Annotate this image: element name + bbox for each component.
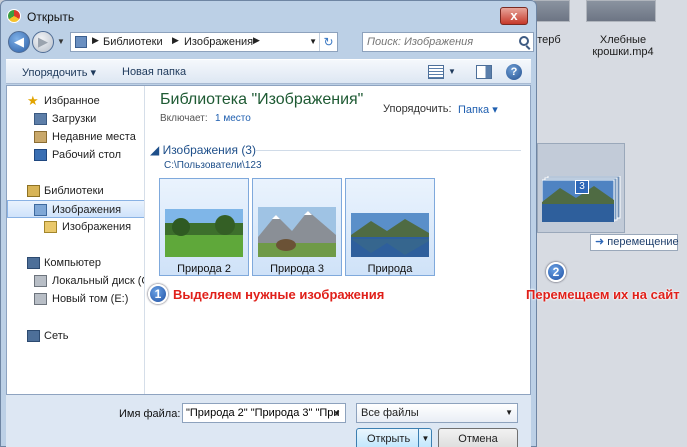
file-list-pane[interactable]: Библиотека "Изображения" Включает: 1 мес… [146,86,530,394]
drag-count-badge: 3 [575,180,589,194]
landscape-image [258,207,336,257]
sidebar-item-network[interactable]: Сеть [7,327,144,345]
drag-preview: 3 [537,143,625,233]
library-icon [75,36,87,48]
disk-icon [34,275,47,287]
sidebar-item-local-disk[interactable]: Локальный диск (C [7,272,144,290]
open-options-dropdown-icon[interactable]: ▼ [418,428,432,447]
step-number-badge: 1 [148,284,168,304]
star-icon: ★ [27,93,39,108]
help-icon[interactable]: ? [506,64,522,80]
file-name: Природа 3 [270,263,324,275]
address-bar[interactable]: ▶ Библиотеки ▶ Изображения ▶ ▼ ↻ [70,32,338,52]
toolbar: Упорядочить ▾ Новая папка ▼ ? [6,59,531,84]
file-name: Природа 2 [177,263,231,275]
recent-places-icon [34,131,47,143]
forward-arrow-icon[interactable]: ▶ [32,31,54,53]
breadcrumb-separator-icon[interactable]: ▶ [92,35,99,46]
landscape-image [165,209,243,257]
group-header[interactable]: ◢ Изображения (3) [150,143,256,157]
arrange-by-label: Упорядочить: [383,103,452,115]
step-annotation-text: Выделяем нужные изображения [173,287,385,302]
images-library-icon [34,204,47,216]
sidebar-item-recent-places[interactable]: Недавние места [7,128,144,146]
cancel-button[interactable]: Отмена [438,428,518,447]
chrome-icon [7,9,21,23]
arrange-by-dropdown[interactable]: Папка ▾ [458,103,498,116]
desktop-file-label[interactable]: Хлебные крошки.mp4 [578,34,668,58]
breadcrumb-images[interactable]: Изображения [184,36,253,48]
file-thumbnail-item[interactable]: Природа [345,178,435,276]
file-name: Природа [367,263,413,275]
filetype-select[interactable]: Все файлы ▼ [356,403,518,423]
move-tooltip: ➜ перемещение [590,234,679,251]
desktop-file-thumbnail[interactable] [534,0,570,22]
close-button[interactable]: x [500,7,528,25]
desktop-icon [34,149,47,161]
sidebar-item-favorites[interactable]: ★ Избранное [7,92,144,110]
search-box[interactable] [362,32,534,52]
navigation-pane[interactable]: ★ Избранное Загрузки Недавние места Рабо… [7,86,145,394]
desktop-file-thumbnail[interactable] [586,0,656,22]
back-arrow-icon[interactable]: ◀ [8,31,30,53]
breadcrumb-libraries[interactable]: Библиотеки [103,36,163,48]
new-folder-button[interactable]: Новая папка [122,66,186,78]
file-thumbnail-item[interactable]: Природа 2 [159,178,249,276]
breadcrumb-separator-icon[interactable]: ▶ [172,35,179,46]
libraries-icon [27,185,40,197]
file-thumbnail-item[interactable]: Природа 3 [252,178,342,276]
sidebar-item-desktop[interactable]: Рабочий стол [7,146,144,164]
filetype-dropdown-icon: ▼ [505,408,513,417]
disk-icon [34,293,47,305]
step-number-badge: 2 [546,262,566,282]
network-icon [27,330,40,342]
folder-icon [44,221,57,233]
sidebar-item-libraries[interactable]: Библиотеки [7,182,144,200]
title-bar[interactable]: Открыть x [1,1,536,31]
includes-label: Включает: [160,113,208,124]
refresh-icon[interactable]: ↻ [319,33,337,51]
sidebar-item-images[interactable]: Изображения [7,200,144,218]
sidebar-item-new-volume[interactable]: Новый том (E:) [7,290,144,308]
step-annotation-text: Перемещаем их на сайт [526,287,680,302]
change-view-icon[interactable] [428,65,444,79]
filetype-value: Все файлы [361,407,419,419]
content-area: ★ Избранное Загрузки Недавние места Рабо… [6,85,531,395]
filename-field[interactable] [182,403,346,423]
computer-icon [27,257,40,269]
dialog-footer: Имя файла: ▼ Все файлы ▼ Открыть ▼ Отмен… [6,395,531,447]
group-folder-path: C:\Пользователи\123 [164,160,262,171]
group-divider [256,150,521,151]
view-dropdown-icon[interactable]: ▼ [448,67,456,76]
downloads-folder-icon [34,113,47,125]
navigation-bar: ◀ ▶ ▼ ▶ Библиотеки ▶ Изображения ▶ ▼ ↻ [6,29,534,55]
sidebar-item-images-folder[interactable]: Изображения [7,218,144,236]
landscape-image [351,213,429,257]
window-title: Открыть [27,10,75,24]
filename-dropdown-icon[interactable]: ▼ [333,409,341,418]
search-input[interactable] [367,35,512,49]
preview-pane-icon[interactable] [476,65,492,79]
breadcrumb-separator-icon[interactable]: ▶ [253,35,260,46]
recent-pages-dropdown-icon[interactable]: ▼ [57,37,65,46]
organize-button[interactable]: Упорядочить ▾ [22,66,96,79]
desktop-file-label[interactable]: терб [534,34,564,46]
sidebar-item-computer[interactable]: Компьютер [7,254,144,272]
library-title: Библиотека "Изображения" [160,91,364,108]
sidebar-item-downloads[interactable]: Загрузки [7,110,144,128]
includes-locations-link[interactable]: 1 место [215,113,251,124]
filename-label: Имя файла: [119,408,181,420]
open-file-dialog: Открыть x ◀ ▶ ▼ ▶ Библиотеки ▶ Изображен… [0,0,537,447]
search-icon[interactable] [519,36,529,46]
move-arrow-icon: ➜ [595,236,605,248]
address-dropdown-icon[interactable]: ▼ [309,37,317,46]
